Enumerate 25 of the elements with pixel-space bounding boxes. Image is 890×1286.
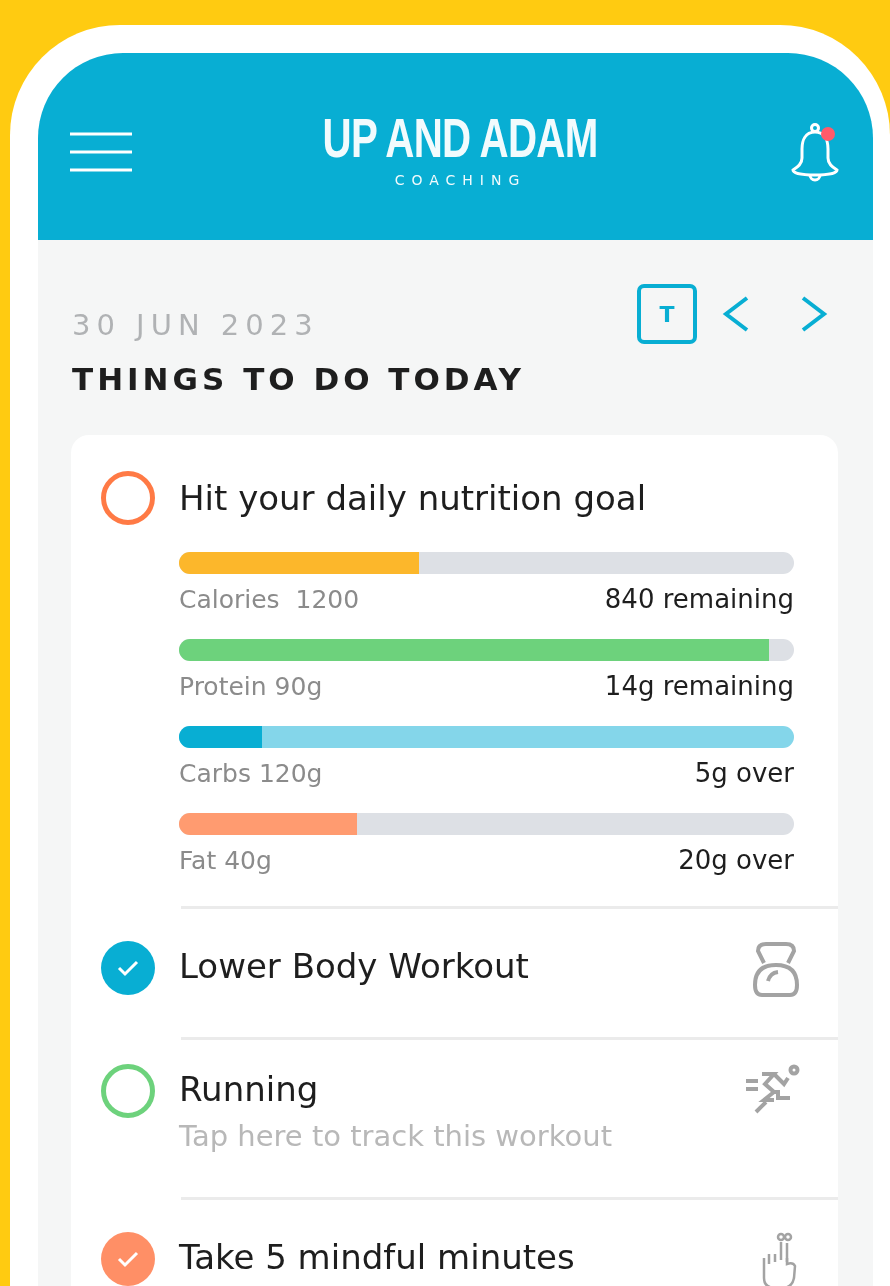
macro-label: Carbs 120g [179, 758, 323, 790]
brand-tagline: COACHING [394, 171, 527, 190]
checked-circle[interactable] [101, 1231, 155, 1286]
brand-logo: UP AND ADAM [322, 110, 599, 166]
checked-circle[interactable] [101, 941, 155, 995]
previous-icon[interactable] [721, 296, 751, 332]
macro-reading: 5g over [694, 757, 794, 790]
page-heading: THINGS TO DO TODAY [72, 359, 525, 399]
macro-reading: 14g remaining [604, 670, 794, 703]
unchecked-circle[interactable] [101, 471, 155, 525]
task-title: Running [179, 1068, 320, 1111]
task-hint: Tap here to track this workout [179, 1118, 613, 1155]
task-title: Take 5 mindful minutes [179, 1235, 576, 1279]
task-title: Lower Body Workout [179, 945, 530, 988]
today-button[interactable]: T [637, 284, 697, 344]
unchecked-circle[interactable] [101, 1064, 155, 1118]
macro-label: Protein 90g [179, 671, 323, 703]
date-label: 30 JUN 2023 [72, 307, 320, 344]
macro-reading: 840 remaining [604, 583, 794, 616]
menu-icon[interactable] [70, 131, 132, 172]
macro-label: Fat 40g [179, 845, 272, 877]
macro-reading: 20g over [678, 844, 794, 877]
next-icon[interactable] [799, 296, 829, 332]
macro-label: Calories 1200 [179, 584, 360, 616]
task-title: Hit your daily nutrition goal [179, 477, 648, 520]
